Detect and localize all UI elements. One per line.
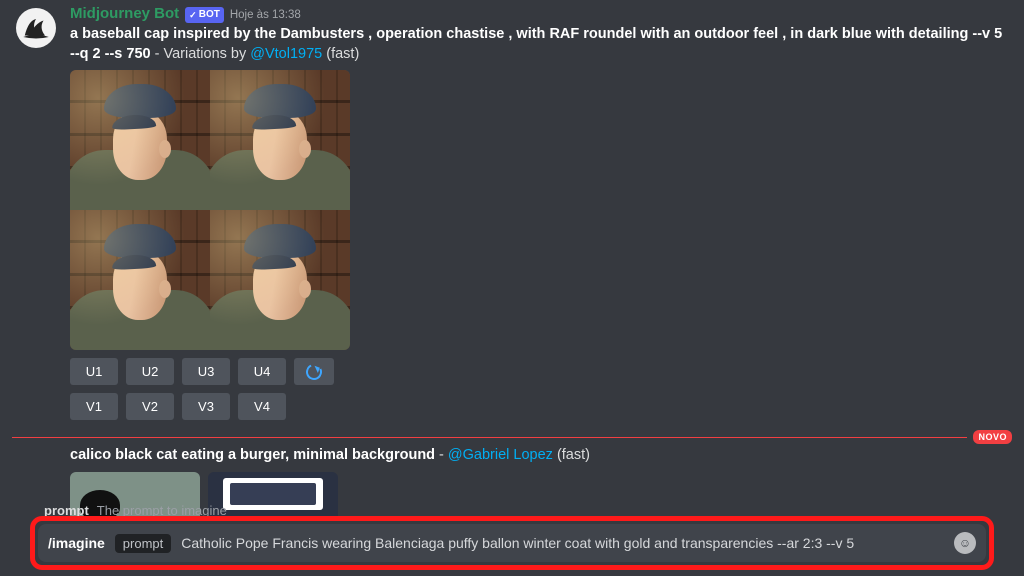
- mode-suffix: (fast): [553, 447, 590, 463]
- message: Midjourney Bot BOT Hoje às 13:38 a baseb…: [0, 0, 1024, 420]
- new-messages-divider: NOVO: [12, 430, 1012, 444]
- midjourney-logo-icon: [21, 13, 51, 43]
- command-parameter-pill: prompt: [115, 534, 171, 553]
- input-text-value: Catholic Pope Francis wearing Balenciaga…: [181, 535, 854, 551]
- message-timestamp: Hoje às 13:38: [230, 8, 301, 24]
- upscale-3-button[interactable]: U3: [182, 358, 230, 385]
- image-tile[interactable]: [70, 210, 210, 350]
- image-thumbnail[interactable]: [208, 472, 338, 516]
- upscale-button-row: U1 U2 U3 U4: [70, 358, 1008, 385]
- image-tile[interactable]: [70, 70, 210, 210]
- variation-button-row: V1 V2 V3 V4: [70, 393, 1008, 420]
- upscale-2-button[interactable]: U2: [126, 358, 174, 385]
- message-input[interactable]: /imagine prompt Catholic Pope Francis we…: [38, 524, 986, 562]
- variation-3-button[interactable]: V3: [182, 393, 230, 420]
- username[interactable]: Midjourney Bot: [70, 4, 179, 24]
- avatar[interactable]: [16, 8, 56, 48]
- image-grid[interactable]: [70, 70, 350, 350]
- image-tile[interactable]: [210, 70, 350, 210]
- message-body: Midjourney Bot BOT Hoje às 13:38 a baseb…: [70, 4, 1008, 420]
- new-badge: NOVO: [973, 430, 1012, 444]
- message-content: a baseball cap inspired by the Dambuster…: [70, 25, 1008, 64]
- prompt-text: calico black cat eating a burger, minima…: [70, 447, 435, 463]
- highlight-annotation: /imagine prompt Catholic Pope Francis we…: [30, 516, 994, 570]
- user-mention[interactable]: @Gabriel Lopez: [448, 447, 553, 463]
- variation-2-button[interactable]: V2: [126, 393, 174, 420]
- separator: -: [151, 46, 164, 62]
- reroll-button[interactable]: [294, 358, 334, 385]
- image-tile[interactable]: [210, 210, 350, 350]
- slash-command: /imagine: [48, 535, 105, 551]
- mode-suffix: (fast): [322, 46, 359, 62]
- message-header: Midjourney Bot BOT Hoje às 13:38: [70, 4, 1008, 24]
- refresh-icon: [304, 362, 325, 383]
- variation-1-button[interactable]: V1: [70, 393, 118, 420]
- emoji-picker-icon[interactable]: ☺: [954, 532, 976, 554]
- variation-4-button[interactable]: V4: [238, 393, 286, 420]
- variations-label: Variations by: [163, 46, 250, 62]
- upscale-1-button[interactable]: U1: [70, 358, 118, 385]
- user-mention[interactable]: @Vtol1975: [250, 46, 322, 62]
- message-content: calico black cat eating a burger, minima…: [70, 446, 1008, 466]
- bot-tag: BOT: [185, 7, 224, 23]
- divider-line: [12, 437, 967, 438]
- separator: -: [435, 447, 448, 463]
- upscale-4-button[interactable]: U4: [238, 358, 286, 385]
